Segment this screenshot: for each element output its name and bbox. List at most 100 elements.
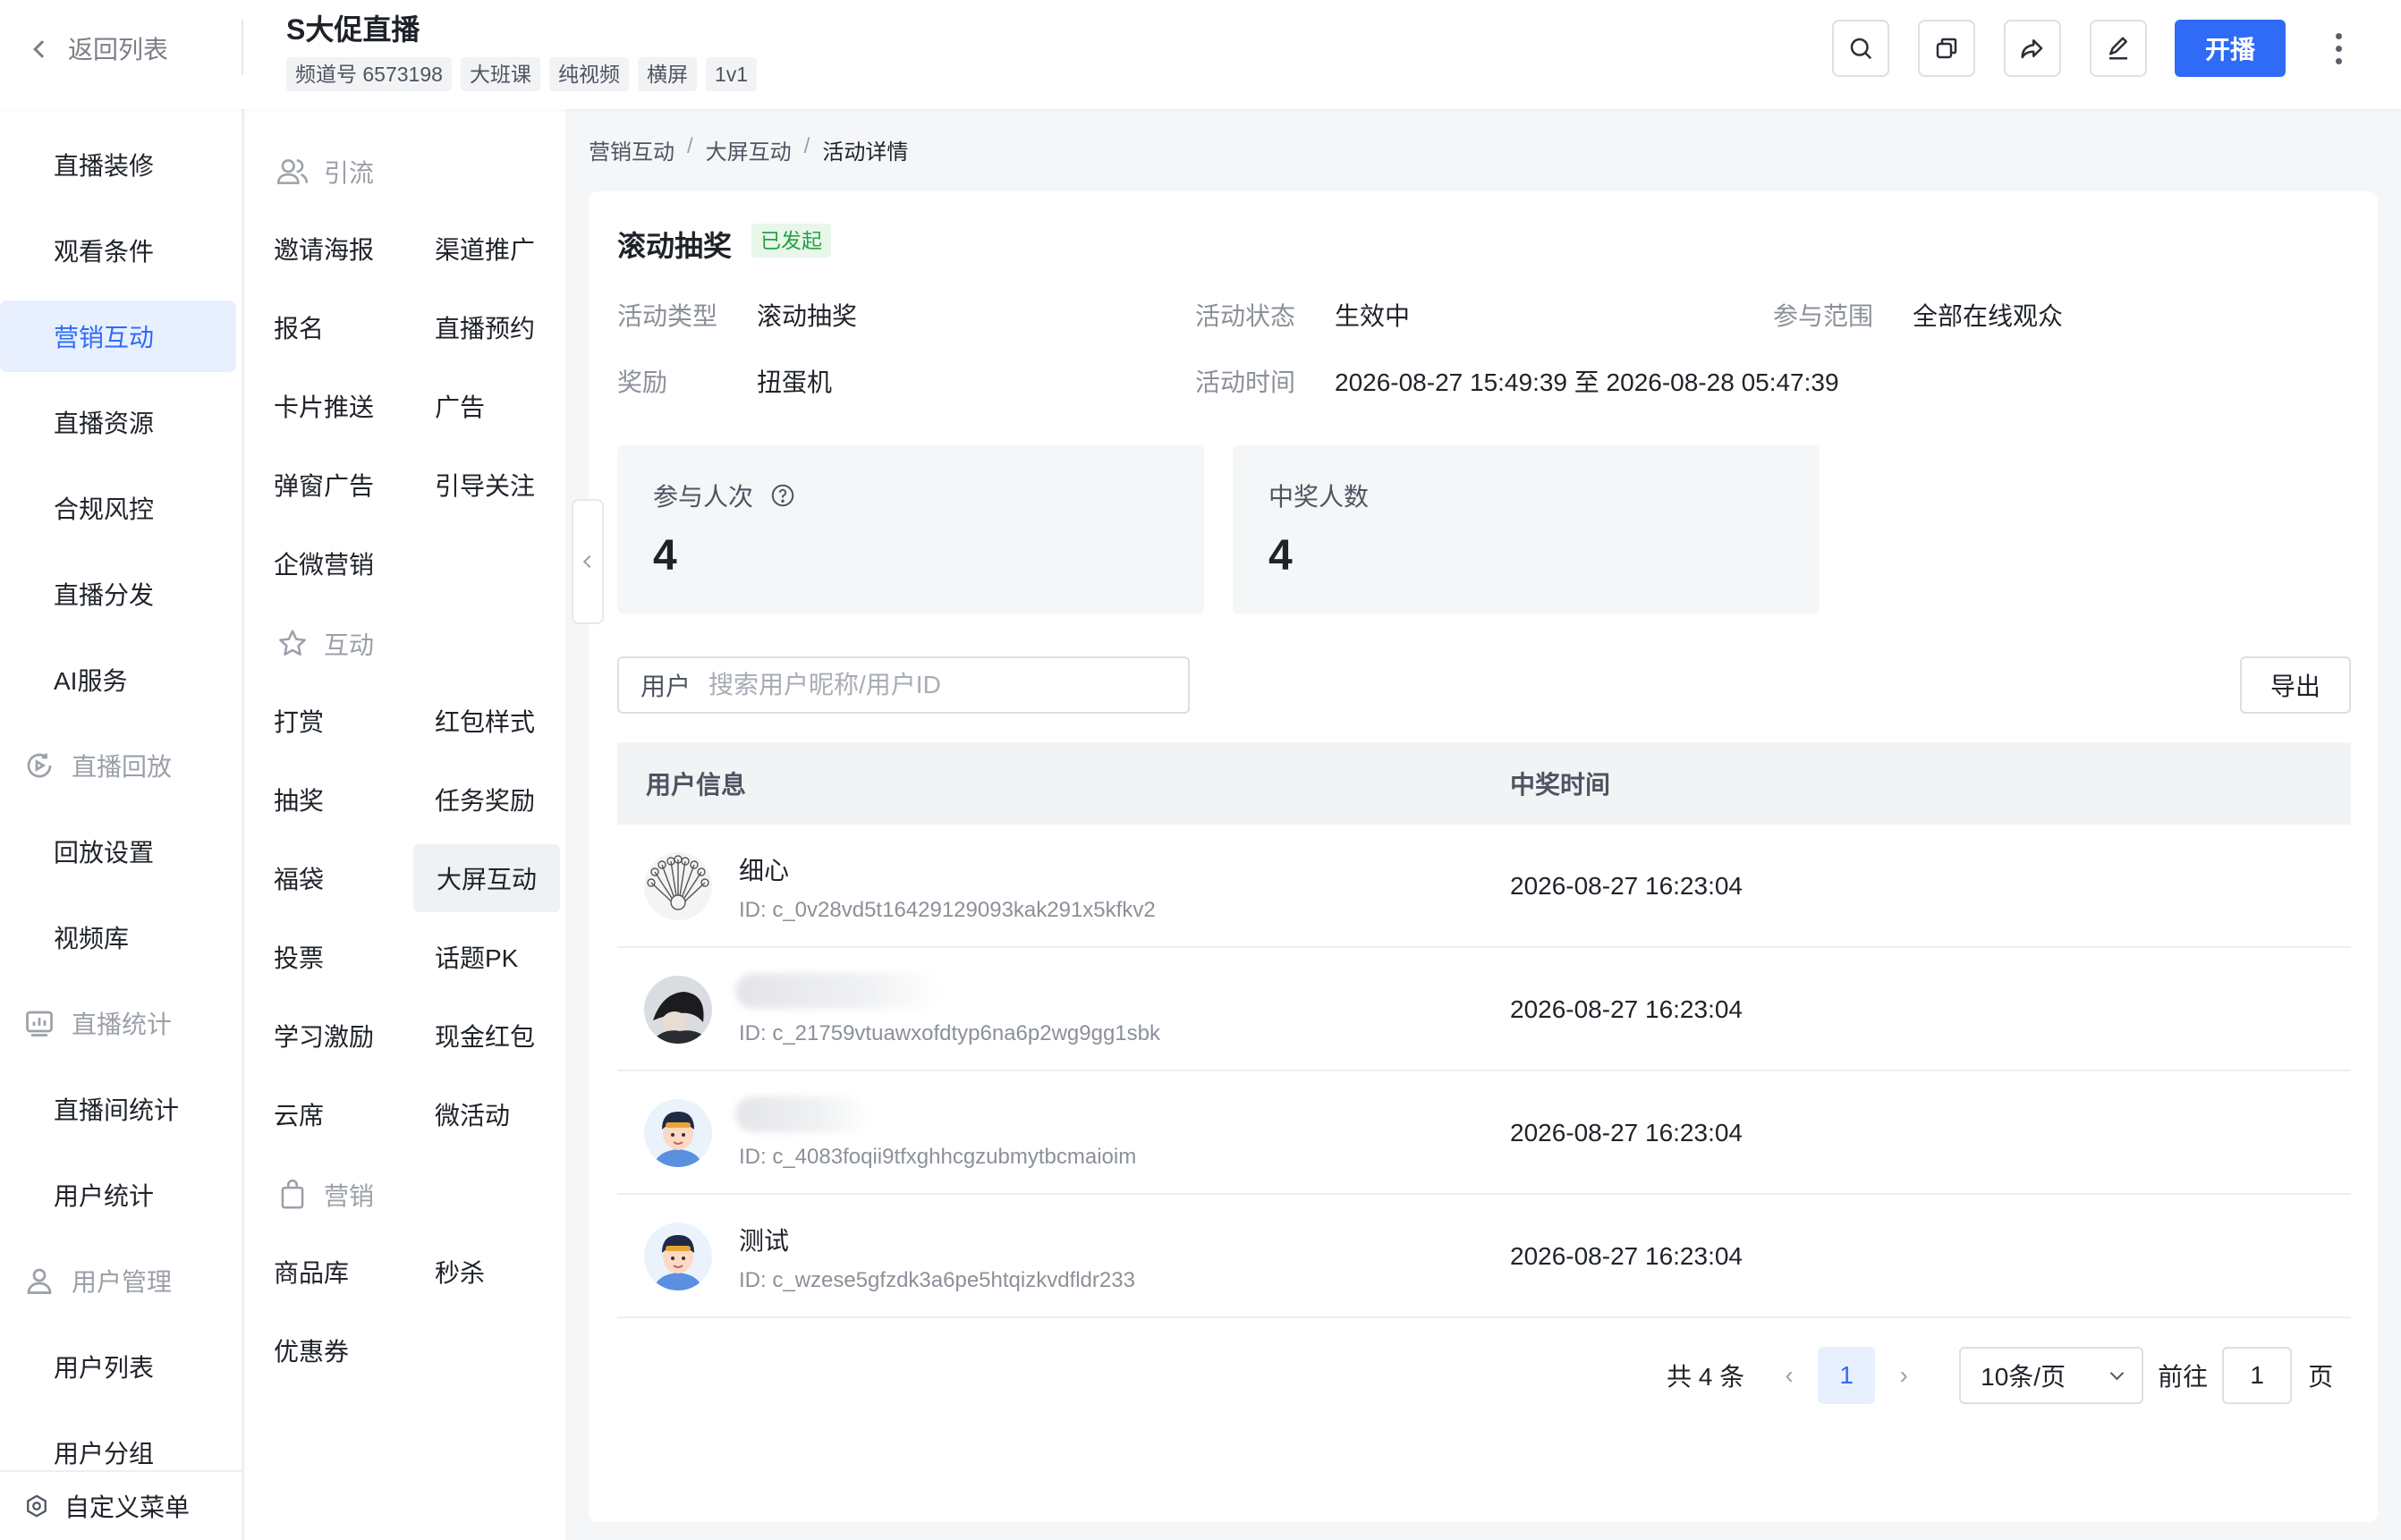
submenu-item-redpacket-style[interactable]: 红包样式 [435,687,535,755]
submenu-item-wecom[interactable]: 企微营销 [274,529,374,597]
sidebar-group-user-management: 用户管理 [0,1245,236,1316]
sidebar-item-compliance[interactable]: 合规风控 [0,472,236,544]
submenu-item-flash-sale[interactable]: 秒杀 [435,1238,485,1306]
submenu-item-task-reward[interactable]: 任务奖励 [435,766,535,833]
custom-menu-label: 自定义菜单 [64,1493,191,1521]
avatar [644,1099,712,1167]
stats-icon [26,1011,53,1037]
avatar [644,1223,712,1290]
chevron-right-icon: › [1899,1361,1908,1389]
sidebar-item-user-stats[interactable]: 用户统计 [0,1159,236,1231]
submenu-item-follow-guide[interactable]: 引导关注 [435,451,535,519]
avatar [644,852,712,920]
submenu-item-invite-poster[interactable]: 邀请海报 [274,215,374,283]
submenu-item-micro-activity[interactable]: 微活动 [435,1080,510,1148]
class-type-tag: 大班课 [460,57,540,91]
stat-card-participants: 参与人次 4 [617,445,1204,613]
submenu-item-popup-ads[interactable]: 弹窗广告 [274,451,374,519]
sidebar-item-decoration[interactable]: 直播装修 [0,129,236,200]
field-label-reward: 奖励 [617,368,668,396]
more-icon [2335,32,2342,39]
user-nickname: 细心 [739,857,790,884]
user-id: ID: c_4083foqii9tfxghhcgzubmytbcmaioim [739,1145,1137,1169]
gear-icon [27,1494,47,1518]
field-value-scope: 全部在线观众 [1913,302,2064,330]
column-user-info: 用户信息 [646,771,747,799]
breadcrumb-marketing[interactable]: 营销互动 [589,134,674,165]
custom-menu-button[interactable]: 自定义菜单 [0,1470,242,1540]
chevron-left-icon [33,40,51,58]
collapse-submenu-button[interactable] [572,499,604,624]
edit-button[interactable] [2090,20,2147,77]
submenu-item-registration[interactable]: 报名 [274,293,324,361]
more-menu-button[interactable] [2320,27,2356,70]
breadcrumb-current: 活动详情 [822,140,909,165]
submenu-item-channel-promo[interactable]: 渠道推广 [435,215,535,283]
chevron-down-icon [2109,1366,2125,1380]
submenu-item-lottery[interactable]: 抽奖 [274,766,324,833]
field-value-type: 滚动抽奖 [757,302,858,330]
channel-tag: 频道号 6573198 [286,57,452,91]
sidebar-item-ai-service[interactable]: AI服务 [0,644,236,715]
submenu-item-product-library[interactable]: 商品库 [274,1238,349,1306]
field-label-status: 活动状态 [1195,302,1296,330]
table-row: ID: c_4083foqii9tfxghhcgzubmytbcmaioim 2… [617,1071,2351,1195]
copy-button[interactable] [1918,20,1975,77]
share-button[interactable] [2004,20,2061,77]
win-time: 2026-08-27 16:23:04 [1510,872,1743,900]
export-button[interactable]: 导出 [2240,656,2351,714]
submenu-item-cash-redpacket[interactable]: 现金红包 [435,1002,535,1070]
activity-title: 滚动抽奖 [617,230,733,262]
stat-label: 参与人次 [653,483,754,511]
breadcrumb-big-screen[interactable]: 大屏互动 [706,134,792,165]
submenu-item-coupon[interactable]: 优惠券 [274,1316,349,1384]
submenu-item-lucky-bag[interactable]: 福袋 [274,844,324,912]
page-number-1[interactable]: 1 [1818,1347,1876,1404]
sidebar-item-playback-settings[interactable]: 回放设置 [0,816,236,887]
chevron-left-icon [582,554,597,569]
sidebar-item-resources[interactable]: 直播资源 [0,386,236,458]
search-button[interactable] [1832,20,1889,77]
help-icon[interactable] [769,482,796,509]
stat-label: 中奖人数 [1268,483,1370,511]
copy-icon [1936,38,1957,59]
sidebar-item-distribution[interactable]: 直播分发 [0,558,236,630]
submenu-item-big-screen[interactable]: 大屏互动 [413,844,560,912]
sidebar-item-user-list[interactable]: 用户列表 [0,1331,236,1402]
submenu-item-cloud-seat[interactable]: 云席 [274,1080,324,1148]
next-page-button[interactable]: › [1875,1347,1932,1404]
submenu-item-tipping[interactable]: 打赏 [274,687,324,755]
sidebar-item-marketing[interactable]: 营销互动 [0,300,236,372]
submenu-item-learning-incentive[interactable]: 学习激励 [274,1002,374,1070]
sidebar-item-room-stats[interactable]: 直播间统计 [0,1073,236,1145]
stat-value: 4 [1268,532,1293,580]
submenu-group-label: 营销 [324,1182,375,1210]
sidebar-item-video-library[interactable]: 视频库 [0,901,236,973]
breadcrumb: 营销互动 / 大屏互动 / 活动详情 [589,134,908,165]
user-id: ID: c_0v28vd5t16429129093kak291x5kfkv2 [739,898,1156,922]
goto-page-input[interactable] [2222,1347,2293,1404]
submenu-group-label: 引流 [324,159,375,187]
search-icon [1850,38,1872,60]
page-size-select[interactable]: 10条/页 [1959,1347,2144,1404]
submenu-item-topic-pk[interactable]: 话题PK [435,923,518,991]
orientation-tag: 横屏 [637,57,697,91]
submenu-item-card-push[interactable]: 卡片推送 [274,372,374,440]
top-header: 返回列表 S大促直播 频道号 6573198 大班课 纯视频 横屏 1v1 开播 [0,0,2401,109]
star-icon [279,630,306,656]
blurred-nickname [735,1096,870,1132]
sidebar-item-watch-conditions[interactable]: 观看条件 [0,215,236,286]
submenu-item-ads[interactable]: 广告 [435,372,485,440]
user-id: ID: c_wzese5gfzdk3a6pe5htqizkvdfldr233 [739,1268,1135,1292]
bag-icon [281,1179,304,1209]
back-label: 返回列表 [68,36,169,63]
submenu-item-vote[interactable]: 投票 [274,923,324,991]
sidebar-group-stats: 直播统计 [0,987,236,1059]
back-to-list-button[interactable]: 返回列表 [33,27,169,70]
start-live-button[interactable]: 开播 [2175,20,2286,77]
playback-icon [27,753,52,778]
submenu-item-reservation[interactable]: 直播预约 [435,293,535,361]
prev-page-button[interactable]: ‹ [1760,1347,1818,1404]
user-search-input[interactable] [708,671,1103,699]
page-suffix: 页 [2308,1363,2334,1391]
